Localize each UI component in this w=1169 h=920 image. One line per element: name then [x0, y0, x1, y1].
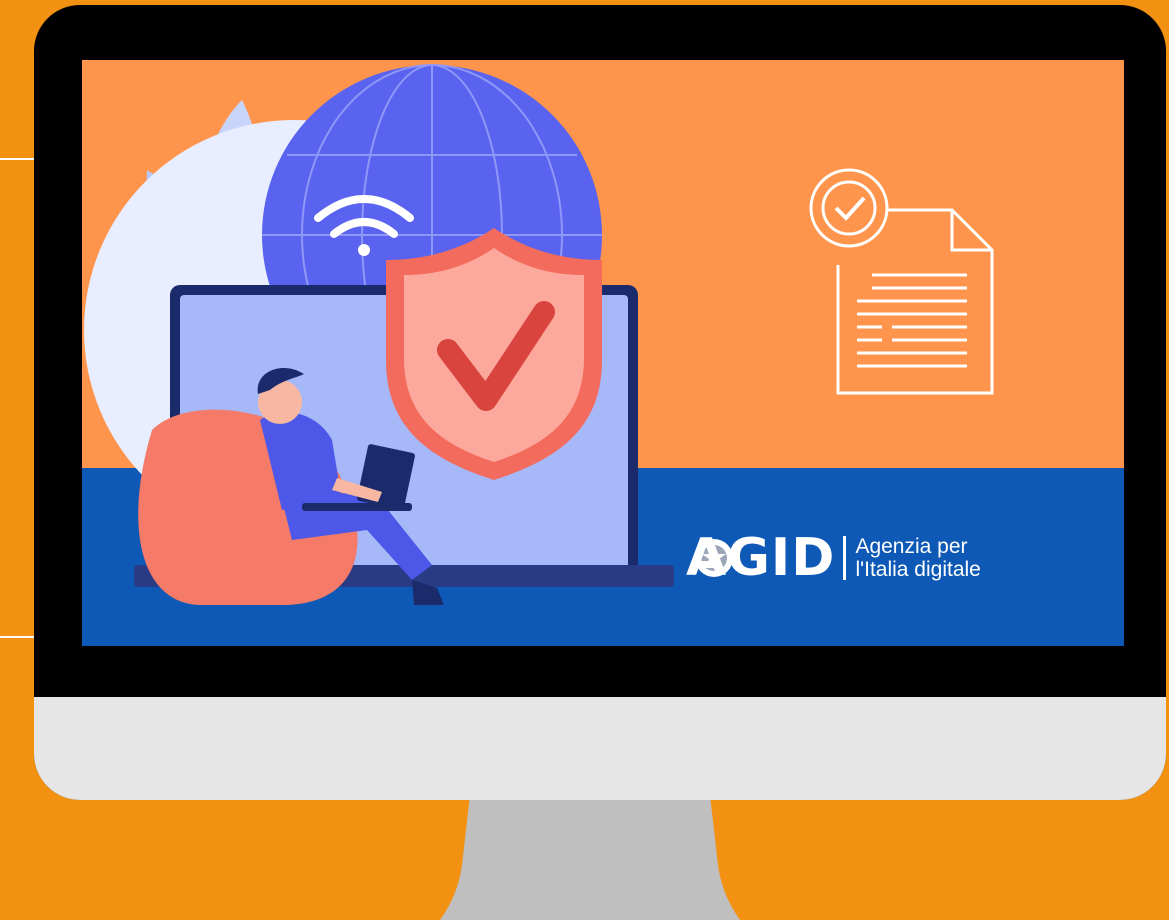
agid-wordmark: AGID: [686, 528, 836, 588]
agid-logo: AGID Agenzia per l'Italia digitale: [686, 528, 981, 588]
decorative-line-top: [0, 158, 34, 160]
logo-divider: [843, 536, 847, 580]
monitor: AGID Agenzia per l'Italia digitale: [34, 5, 1166, 800]
monitor-screen: AGID Agenzia per l'Italia digitale: [82, 60, 1124, 646]
certificate-document-icon: [809, 168, 994, 395]
agid-tagline-line1: Agenzia per: [855, 535, 968, 558]
decorative-line-bottom: [0, 636, 34, 638]
monitor-stand: [440, 795, 740, 920]
agid-tagline-line2: l'Italia digitale: [855, 558, 981, 581]
monitor-chin: [34, 697, 1166, 800]
agid-tagline: Agenzia per l'Italia digitale: [855, 535, 980, 581]
